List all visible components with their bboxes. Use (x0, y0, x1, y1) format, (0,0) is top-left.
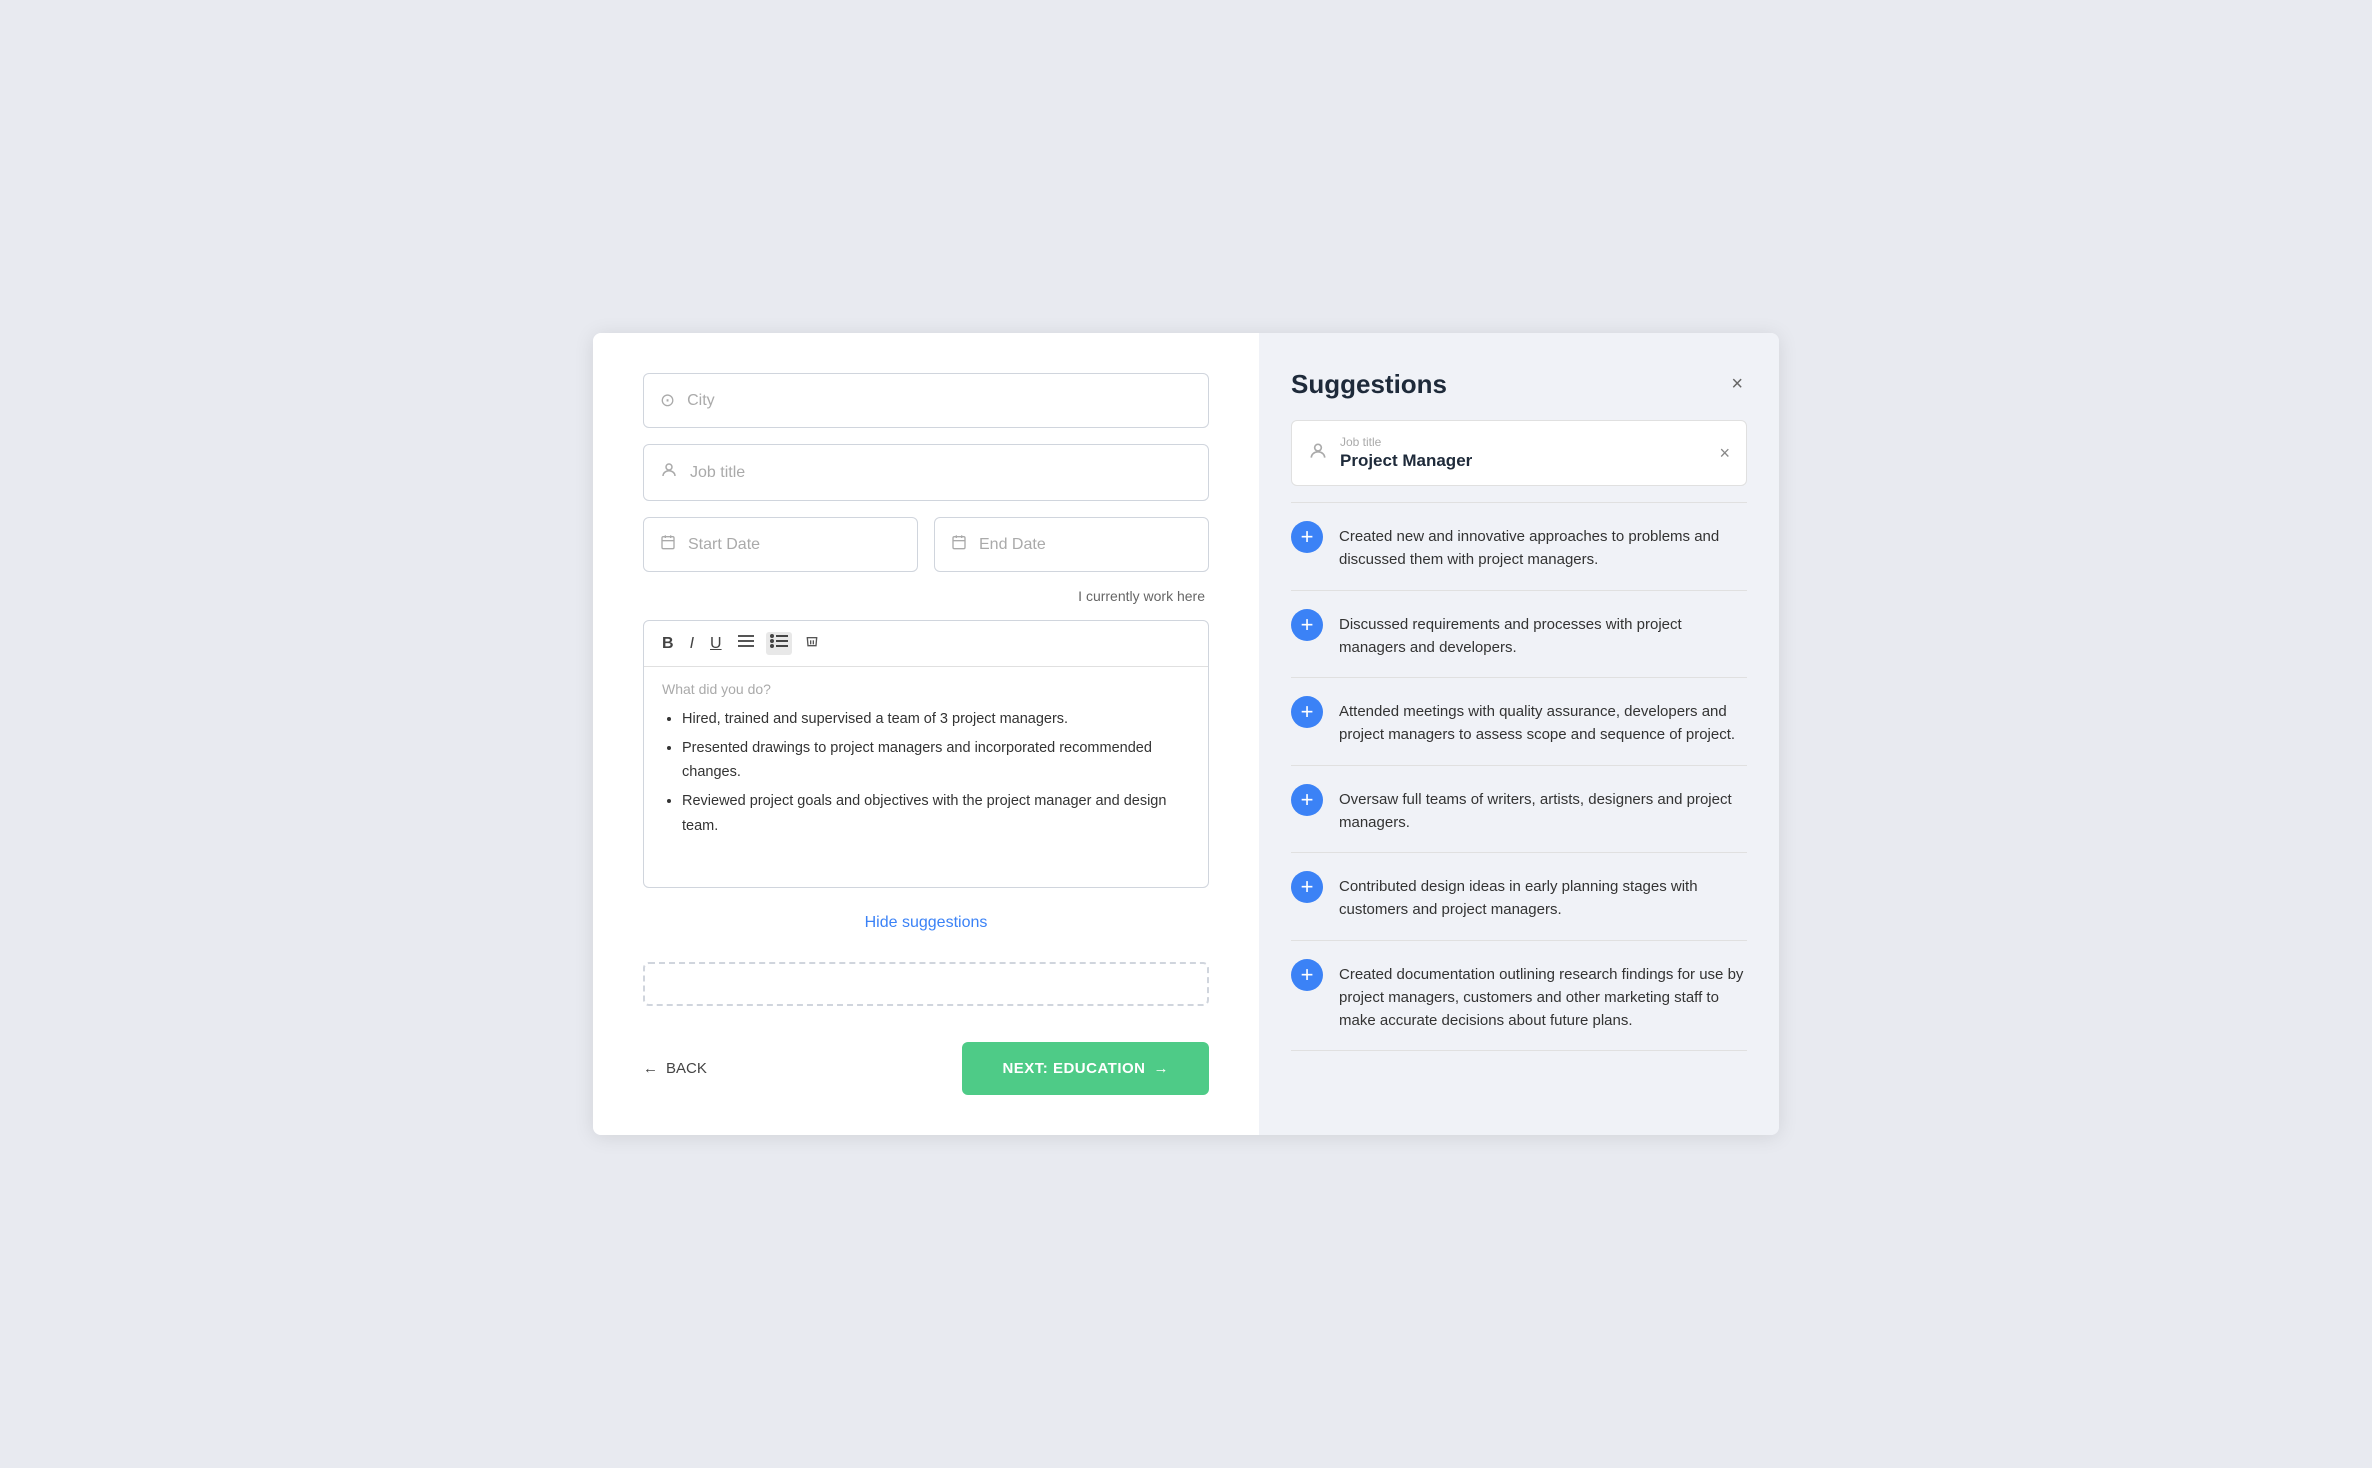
list-button[interactable] (766, 632, 792, 655)
align-button[interactable] (734, 632, 758, 655)
close-suggestions-button[interactable]: × (1727, 369, 1747, 400)
suggestion-items: + Created new and innovative approaches … (1291, 502, 1747, 1051)
editor-bullets: Hired, trained and supervised a team of … (662, 707, 1190, 838)
suggestion-text-4: Oversaw full teams of writers, artists, … (1339, 784, 1747, 835)
suggestion-item-6[interactable]: + Created documentation outlining resear… (1291, 941, 1747, 1052)
suggestion-text-1: Created new and innovative approaches to… (1339, 521, 1747, 572)
clear-format-button[interactable] (800, 631, 824, 656)
suggestion-text-6: Created documentation outlining research… (1339, 959, 1747, 1033)
suggestions-header: Suggestions × (1291, 369, 1747, 400)
start-date-label: Start Date (688, 536, 760, 554)
date-row-inner: Start Date End Date (643, 517, 1209, 572)
end-date-field[interactable]: End Date (934, 517, 1209, 572)
add-icon-6: + (1291, 959, 1323, 991)
suggestion-item-3[interactable]: + Attended meetings with quality assuran… (1291, 678, 1747, 766)
page-wrapper: ⊙ City Job title Start D (593, 333, 1779, 1135)
job-card-value: Project Manager (1340, 451, 1707, 471)
underline-button[interactable]: U (706, 633, 726, 655)
calendar-end-icon (951, 534, 967, 555)
end-date-label: End Date (979, 536, 1046, 554)
add-icon-2: + (1291, 609, 1323, 641)
back-button[interactable]: ← BACK (643, 1060, 707, 1077)
job-card-person-icon (1308, 441, 1328, 466)
right-panel: Suggestions × Job title Project Manager … (1259, 333, 1779, 1135)
bullet-2: Presented drawings to project managers a… (682, 736, 1190, 785)
next-button[interactable]: NEXT: EDUCATION → (962, 1042, 1209, 1095)
add-icon-5: + (1291, 871, 1323, 903)
arrow-right-icon: → (1154, 1060, 1170, 1077)
editor-placeholder: What did you do? (662, 681, 1190, 697)
job-title-label: Job title (690, 464, 745, 482)
suggestion-job-card: Job title Project Manager × (1291, 420, 1747, 486)
city-label: City (687, 392, 715, 410)
editor-toolbar: B I U (644, 621, 1208, 667)
arrow-left-icon: ← (643, 1060, 658, 1077)
editor-container: B I U (643, 620, 1209, 888)
bullet-3: Reviewed project goals and objectives wi… (682, 789, 1190, 838)
city-field[interactable]: ⊙ City (643, 373, 1209, 428)
editor-content[interactable]: What did you do? Hired, trained and supe… (644, 667, 1208, 887)
add-icon-1: + (1291, 521, 1323, 553)
suggestion-text-3: Attended meetings with quality assurance… (1339, 696, 1747, 747)
add-icon-3: + (1291, 696, 1323, 728)
suggestion-item-1[interactable]: + Created new and innovative approaches … (1291, 502, 1747, 591)
currently-work-label: I currently work here (643, 588, 1209, 604)
suggestion-text-2: Discussed requirements and processes wit… (1339, 609, 1747, 660)
date-row: Start Date End Date I currently work her… (643, 517, 1209, 604)
suggestion-text-5: Contributed design ideas in early planni… (1339, 871, 1747, 922)
bold-button[interactable]: B (658, 633, 678, 655)
suggestion-item-2[interactable]: + Discussed requirements and processes w… (1291, 591, 1747, 679)
calendar-start-icon (660, 534, 676, 555)
back-label: BACK (666, 1060, 707, 1077)
left-panel: ⊙ City Job title Start D (593, 333, 1259, 1135)
job-info: Job title Project Manager (1340, 435, 1707, 471)
job-title-field[interactable]: Job title (643, 444, 1209, 501)
location-icon: ⊙ (660, 390, 675, 411)
bullet-1: Hired, trained and supervised a team of … (682, 707, 1190, 732)
suggestion-item-4[interactable]: + Oversaw full teams of writers, artists… (1291, 766, 1747, 854)
suggestions-title: Suggestions (1291, 369, 1447, 400)
person-icon (660, 461, 678, 484)
italic-button[interactable]: I (686, 633, 698, 655)
bottom-nav: ← BACK NEXT: EDUCATION → (643, 1022, 1209, 1095)
hide-suggestions-button[interactable]: Hide suggestions (643, 904, 1209, 942)
clear-job-button[interactable]: × (1719, 443, 1730, 464)
add-icon-4: + (1291, 784, 1323, 816)
add-section (643, 962, 1209, 1006)
next-label: NEXT: EDUCATION (1002, 1060, 1145, 1077)
job-card-label: Job title (1340, 435, 1707, 449)
start-date-field[interactable]: Start Date (643, 517, 918, 572)
suggestion-item-5[interactable]: + Contributed design ideas in early plan… (1291, 853, 1747, 941)
